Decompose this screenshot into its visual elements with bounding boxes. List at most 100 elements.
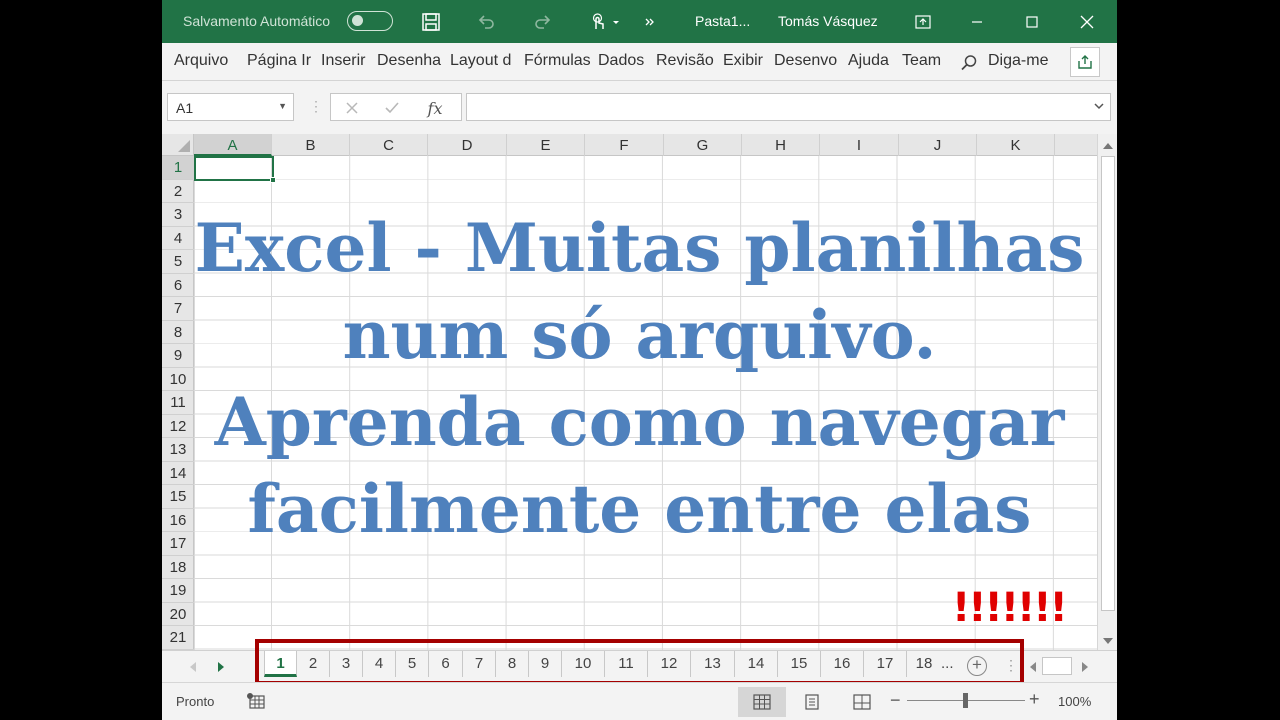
zoom-out-icon[interactable]: − (890, 690, 901, 711)
vertical-scrollbar[interactable] (1097, 134, 1117, 650)
name-box[interactable]: A1 ▼ (167, 93, 294, 121)
sheet-tabs-highlight (255, 639, 1024, 685)
fill-handle[interactable] (270, 177, 276, 183)
scrollbar-thumb[interactable] (1101, 156, 1115, 611)
page-layout-icon (805, 694, 819, 710)
column-header[interactable]: C (350, 134, 428, 156)
column-header[interactable]: H (742, 134, 820, 156)
document-title: Pasta1... (695, 13, 751, 29)
share-button[interactable] (1070, 47, 1100, 77)
row-header[interactable]: 20 (162, 603, 194, 626)
overlay-line: num só arquivo. (342, 296, 937, 374)
scroll-right-icon[interactable] (1082, 662, 1088, 672)
tab-formulas[interactable]: Fórmulas (524, 52, 590, 70)
column-header[interactable]: J (899, 134, 977, 156)
column-header[interactable]: D (428, 134, 507, 156)
overlay-line: facilmente entre elas (247, 470, 1032, 548)
column-header[interactable]: F (585, 134, 664, 156)
overlay-line: Aprenda como navegar (214, 383, 1065, 461)
close-icon (1080, 15, 1094, 28)
ribbon-display-icon (915, 14, 931, 29)
column-header[interactable]: I (820, 134, 899, 156)
insert-function-icon[interactable]: fx (424, 97, 446, 119)
next-sheet-icon[interactable] (218, 662, 224, 672)
previous-sheet-icon[interactable] (190, 662, 196, 672)
formula-bar: A1 ▼ ⋮ fx (162, 81, 1117, 134)
touch-mode-icon[interactable] (587, 11, 609, 33)
share-icon (1078, 55, 1092, 69)
row-header[interactable]: 2 (162, 180, 194, 203)
close-button[interactable] (1060, 0, 1114, 43)
formula-bar-grip-icon[interactable]: ⋮ (309, 98, 323, 115)
row-header[interactable]: 21 (162, 626, 194, 650)
exclamation-marks: !!!!!!! (952, 585, 1068, 631)
zoom-in-icon[interactable]: + (1029, 689, 1040, 710)
save-icon[interactable] (420, 11, 442, 33)
tab-arquivo[interactable]: Arquivo (174, 52, 234, 70)
search-icon[interactable] (959, 53, 979, 73)
tab-dados[interactable]: Dados (598, 52, 648, 70)
active-cell-a1[interactable] (194, 156, 276, 183)
ribbon-tabs: Arquivo Página Ir Inserir Desenha Layout… (162, 43, 1117, 81)
minimize-button[interactable] (950, 0, 1004, 43)
maximize-button[interactable] (1005, 0, 1059, 43)
scroll-down-icon[interactable] (1103, 638, 1113, 644)
select-all-button[interactable] (162, 134, 194, 156)
tab-desenvolvedor[interactable]: Desenvo (774, 52, 840, 70)
row-header[interactable]: 19 (162, 579, 194, 603)
column-headers: A B C D E F G H I J K (194, 134, 1097, 156)
enter-icon[interactable] (381, 97, 403, 119)
overlay-line: Excel - Muitas planilhas (194, 209, 1085, 287)
autosave-toggle[interactable] (347, 11, 393, 31)
select-all-icon (178, 140, 190, 152)
column-header[interactable]: G (664, 134, 742, 156)
chevron-down-icon[interactable]: ▼ (278, 101, 287, 111)
customize-dropdown-icon[interactable] (609, 11, 623, 33)
row-header[interactable]: 1 (162, 156, 194, 180)
formula-input[interactable] (466, 93, 1111, 121)
redo-icon[interactable] (532, 11, 554, 33)
column-header[interactable]: E (507, 134, 585, 156)
tab-layout[interactable]: Layout d (450, 52, 516, 70)
tab-revisao[interactable]: Revisão (656, 52, 714, 70)
tab-desenhar[interactable]: Desenha (377, 52, 443, 70)
column-header[interactable]: B (272, 134, 350, 156)
more-commands-icon[interactable] (643, 11, 657, 33)
cancel-icon[interactable] (341, 97, 363, 119)
status-bar: Pronto − + 100% (162, 682, 1117, 720)
tab-pagina-inicial[interactable]: Página Ir (247, 52, 315, 70)
scroll-left-icon[interactable] (1030, 662, 1036, 672)
page-layout-view-button[interactable] (788, 687, 836, 717)
expand-formula-bar-icon[interactable] (1092, 99, 1106, 113)
tab-inserir[interactable]: Inserir (321, 52, 369, 70)
user-name[interactable]: Tomás Vásquez (778, 13, 878, 29)
name-box-value: A1 (176, 100, 194, 116)
autosave-label: Salvamento Automático (183, 13, 331, 29)
normal-view-button[interactable] (738, 687, 786, 717)
tell-me-input[interactable]: Diga-me (988, 52, 1052, 70)
row-header[interactable]: 18 (162, 556, 194, 579)
column-header[interactable]: K (977, 134, 1055, 156)
tab-team[interactable]: Team (902, 52, 946, 70)
horizontal-scrollbar[interactable] (1042, 657, 1072, 675)
zoom-slider-thumb[interactable] (963, 693, 968, 708)
zoom-level[interactable]: 100% (1058, 694, 1091, 709)
overlay-title: Excel - Muitas planilhas num só arquivo.… (162, 205, 1117, 553)
toggle-knob (352, 15, 363, 26)
formula-buttons: fx (330, 93, 462, 121)
normal-view-icon (753, 694, 771, 710)
tab-exibir[interactable]: Exibir (723, 52, 767, 70)
excel-window: Salvamento Automático Pasta1... Tomás Vá… (162, 0, 1117, 720)
status-text: Pronto (176, 694, 215, 709)
maximize-icon (1026, 15, 1038, 28)
undo-icon[interactable] (475, 11, 497, 33)
page-break-view-button[interactable] (838, 687, 886, 717)
ribbon-display-options-button[interactable] (896, 0, 950, 43)
column-header[interactable]: A (194, 134, 272, 156)
scroll-up-icon[interactable] (1103, 143, 1113, 149)
title-bar: Salvamento Automático Pasta1... Tomás Vá… (162, 0, 1117, 43)
macro-recording-icon[interactable] (246, 691, 266, 711)
page-break-icon (853, 694, 871, 710)
tab-ajuda[interactable]: Ajuda (848, 52, 894, 70)
minimize-icon (972, 20, 982, 23)
